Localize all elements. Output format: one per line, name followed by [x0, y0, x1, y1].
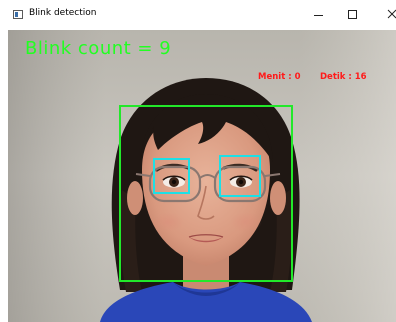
blink-detection-window: Blink detection Blink count = 9 Menit: …	[0, 0, 396, 322]
title-bar[interactable]: Blink detection	[0, 0, 396, 30]
blink-count-label: Blink count = 9	[25, 38, 172, 59]
window-title: Blink detection	[29, 8, 97, 18]
second-timer-label: Detik : 16	[320, 72, 367, 82]
minute-timer-label: Menit : 0	[258, 72, 301, 82]
app-window-icon	[13, 10, 23, 19]
face-bounding-box	[119, 105, 293, 282]
close-icon	[387, 9, 396, 19]
maximize-button[interactable]	[336, 0, 370, 30]
maximize-icon	[348, 10, 357, 19]
left-eye-bounding-box	[153, 158, 190, 194]
detection-overlay: Blink count = 9 Menit : 0 Detik : 16	[8, 30, 396, 322]
minimize-button[interactable]	[302, 0, 336, 30]
right-eye-bounding-box	[219, 155, 261, 197]
camera-view: Blink count = 9 Menit : 0 Detik : 16	[8, 30, 396, 322]
minimize-icon	[314, 15, 323, 16]
close-button[interactable]	[370, 0, 396, 30]
